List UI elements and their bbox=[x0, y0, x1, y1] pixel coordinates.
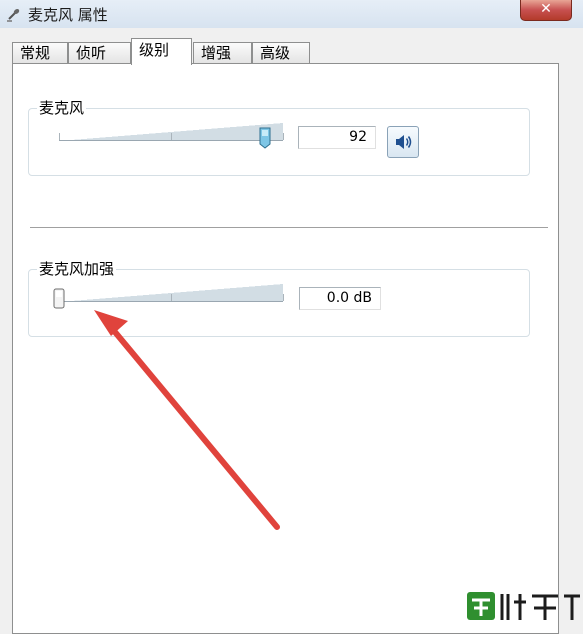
title-bar[interactable]: 麦克风 属性 ✕ bbox=[0, 0, 583, 28]
microphone-slider-line bbox=[59, 140, 283, 141]
microphone-group: 麦克风 92 bbox=[28, 98, 530, 176]
tab-levels[interactable]: 级别 bbox=[131, 38, 192, 65]
speaker-icon bbox=[396, 135, 412, 149]
boost-level-value[interactable]: 0.0 dB bbox=[299, 287, 381, 310]
microphone-label: 麦克风 bbox=[37, 98, 87, 118]
tab-general[interactable]: 常规 bbox=[12, 42, 68, 63]
microphone-tick bbox=[283, 133, 284, 140]
boost-slider-line bbox=[59, 301, 283, 302]
microphone-slider-thumb[interactable] bbox=[258, 127, 272, 149]
watermark-logo bbox=[467, 592, 580, 620]
levels-panel: 麦克风 92 麦克风加强 0.0 dB bbox=[12, 63, 559, 634]
boost-tick bbox=[171, 294, 172, 301]
properties-window: 麦克风 属性 ✕ 常规 侦听 级别 增强 高级 麦克风 92 麦克风加强 0.0… bbox=[0, 0, 583, 634]
tab-listen[interactable]: 侦听 bbox=[68, 42, 131, 63]
microphone-tick bbox=[171, 133, 172, 140]
window-title: 麦克风 属性 bbox=[28, 6, 108, 24]
tab-advanced[interactable]: 高级 bbox=[252, 42, 310, 63]
microphone-level-value[interactable]: 92 bbox=[298, 126, 376, 149]
close-button[interactable]: ✕ bbox=[520, 0, 572, 21]
boost-label: 麦克风加强 bbox=[37, 259, 117, 279]
boost-group: 麦克风加强 0.0 dB bbox=[28, 259, 530, 337]
mute-button[interactable] bbox=[387, 126, 419, 158]
microphone-tick bbox=[59, 133, 60, 140]
section-divider bbox=[30, 227, 548, 228]
tab-enhancements[interactable]: 增强 bbox=[193, 42, 252, 63]
boost-slider-thumb[interactable] bbox=[52, 288, 66, 310]
microphone-icon bbox=[7, 8, 20, 22]
boost-tick bbox=[283, 294, 284, 301]
